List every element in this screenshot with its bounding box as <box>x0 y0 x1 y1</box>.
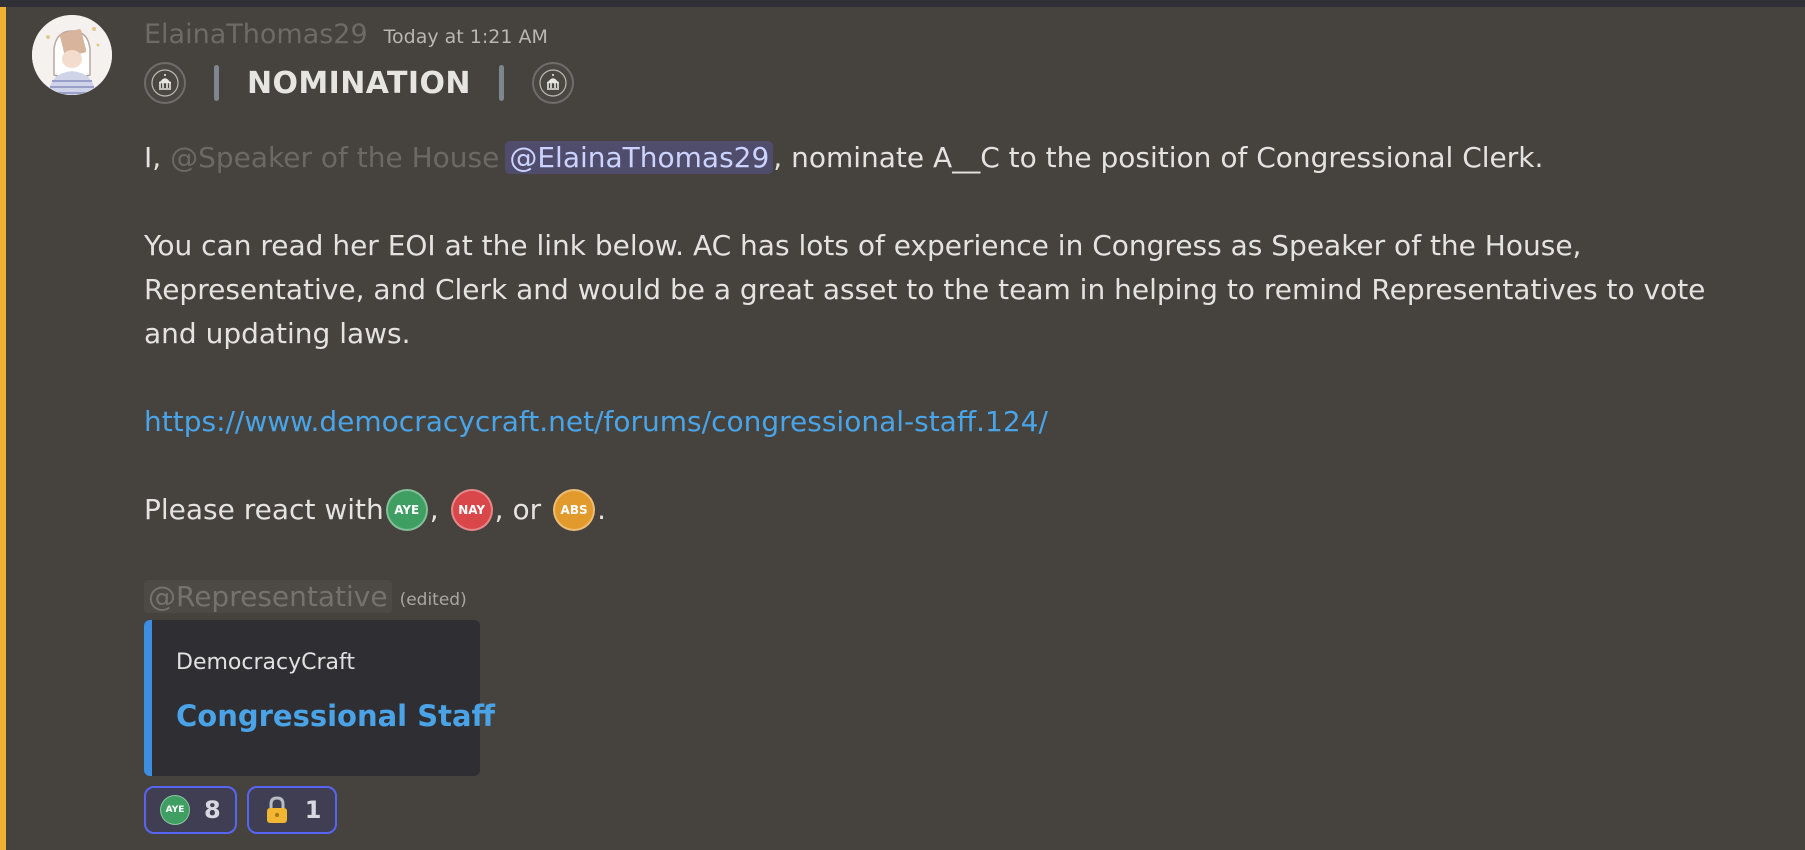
abs-emoji-icon[interactable]: ABS <box>553 489 596 531</box>
author-username[interactable]: ElainaThomas29 <box>144 19 368 50</box>
reactions-bar: AYE 8 1 <box>144 786 1764 834</box>
react-instructions: Please react with AYE, NAY, or ABS. <box>144 488 1764 532</box>
top-border <box>0 0 1805 7</box>
reaction-aye[interactable]: AYE 8 <box>144 786 237 834</box>
aye-emoji-icon: AYE <box>160 795 190 825</box>
heading-separator <box>214 65 219 101</box>
react-separator: , or <box>494 493 542 526</box>
nay-emoji-icon[interactable]: NAY <box>450 489 493 531</box>
role-mention-row: @Representative (edited) <box>144 574 1764 618</box>
reaction-lock[interactable]: 1 <box>246 786 338 834</box>
react-separator: , <box>429 493 439 526</box>
author-avatar[interactable] <box>32 15 112 95</box>
nomination-statement: I, @Speaker of the House @ElainaThomas29,… <box>144 136 1764 180</box>
message-content: ElainaThomas29 Today at 1:21 AM NOMINATI… <box>144 14 1764 834</box>
embed-title[interactable]: Congressional Staff <box>176 699 495 733</box>
nomination-title: NOMINATION <box>247 65 471 101</box>
nomination-heading: NOMINATION <box>144 58 1764 108</box>
message-header: ElainaThomas29 Today at 1:21 AM <box>144 14 1764 54</box>
highlight-accent-bar <box>0 7 6 850</box>
statement-prefix: I, <box>144 141 171 174</box>
nomination-details: You can read her EOI at the link below. … <box>144 229 1706 350</box>
speaker-role-mention[interactable]: @Speaker of the House <box>170 141 499 174</box>
message-timestamp[interactable]: Today at 1:21 AM <box>384 26 548 48</box>
reaction-count: 8 <box>204 796 221 824</box>
react-end: . <box>597 493 606 526</box>
forum-link[interactable]: https://www.democracycraft.net/forums/co… <box>144 405 1048 438</box>
aye-emoji-icon[interactable]: AYE <box>385 489 428 531</box>
link-paragraph: https://www.democracycraft.net/forums/co… <box>144 400 1764 444</box>
reaction-count: 1 <box>304 796 322 824</box>
avatar-illustration-icon <box>32 15 112 95</box>
capitol-emblem-icon <box>144 62 186 104</box>
lock-icon <box>266 796 287 823</box>
embed-provider[interactable]: DemocracyCraft <box>176 650 480 675</box>
representative-role-mention[interactable]: @Representative <box>144 579 392 613</box>
user-mention[interactable]: @ElainaThomas29 <box>505 141 774 174</box>
capitol-emblem-icon <box>531 62 574 104</box>
statement-suffix: , nominate A__C to the position of Congr… <box>773 141 1544 174</box>
heading-separator <box>498 65 504 101</box>
edited-indicator: (edited) <box>399 590 467 610</box>
react-prefix: Please react with <box>144 493 384 526</box>
link-embed: DemocracyCraft Congressional Staff <box>144 620 495 776</box>
